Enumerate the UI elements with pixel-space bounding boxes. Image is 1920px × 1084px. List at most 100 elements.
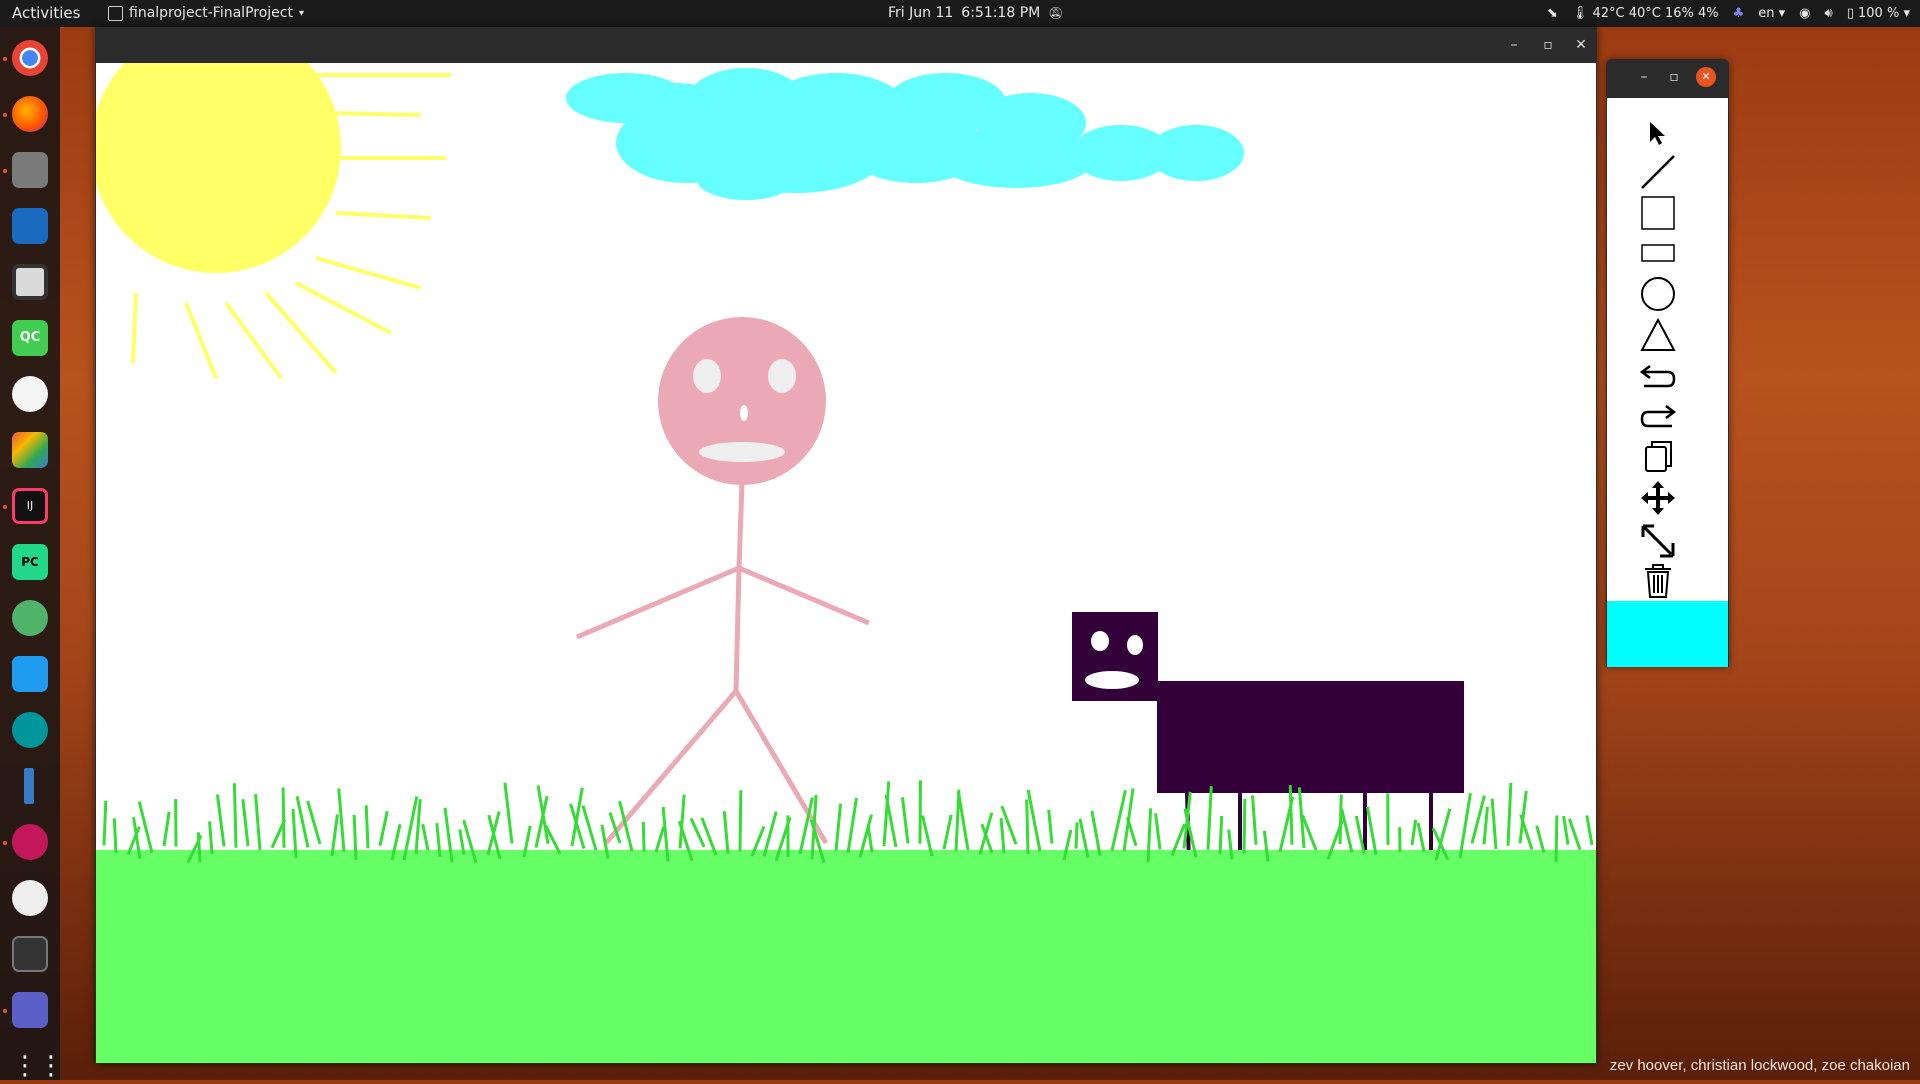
- grass-blade: [656, 827, 664, 852]
- tool-window-titlebar[interactable]: – ▫ ✕: [1606, 59, 1729, 95]
- current-color-swatch[interactable]: [1607, 601, 1728, 667]
- chevron-down-icon: ▾: [299, 0, 304, 27]
- rhythmbox-icon[interactable]: [12, 264, 48, 300]
- clock[interactable]: Fri Jun 11 6:51:18 PM 🔕︎: [888, 0, 1063, 27]
- close-icon[interactable]: ✕: [1571, 35, 1591, 55]
- maximize-icon[interactable]: ▫: [1538, 35, 1558, 55]
- android-studio-icon[interactable]: [12, 376, 48, 412]
- tool-palette-window: – ▫ ✕: [1606, 59, 1729, 667]
- grass-blade: [423, 824, 428, 850]
- grass-blade: [1587, 816, 1592, 846]
- undo-icon[interactable]: [1637, 357, 1679, 395]
- grass-blade: [366, 805, 368, 848]
- grass-blade: [1076, 822, 1077, 848]
- running-indicator: [3, 1009, 7, 1013]
- grass-blade: [1244, 799, 1245, 854]
- intellij-icon[interactable]: IJ: [12, 488, 48, 524]
- atom-icon[interactable]: [12, 600, 48, 636]
- arduino-icon[interactable]: [12, 712, 48, 748]
- pycharm-icon[interactable]: PC: [12, 544, 48, 580]
- rectangle-tool-icon[interactable]: [1637, 234, 1679, 272]
- audio-recorder-icon[interactable]: [12, 824, 48, 860]
- triangle-tool-icon[interactable]: [1637, 316, 1679, 354]
- grass-blade: [691, 818, 704, 846]
- wifi-icon: ◉: [1799, 0, 1810, 27]
- grass-blade: [505, 783, 512, 844]
- drawing-canvas[interactable]: [96, 63, 1596, 1063]
- activities-button[interactable]: Activities: [12, 0, 80, 27]
- battery-indicator[interactable]: ▯ 100 % ▾: [1847, 0, 1910, 27]
- app-menu[interactable]: finalproject-FinalProject ▾: [108, 0, 304, 27]
- grass-blade: [1472, 796, 1484, 844]
- grass-blade: [1112, 790, 1125, 850]
- copy-icon[interactable]: [1637, 437, 1679, 475]
- grass-blade: [1367, 807, 1376, 855]
- virtualbox-icon[interactable]: [12, 208, 48, 244]
- grass-blade: [1027, 799, 1028, 854]
- system-tray[interactable]: ⬊ 🌡︎ 42°C 40°C 16% 4% ♣ en ▾ ◉ 🔊︎ ▯ 100 …: [1547, 0, 1910, 27]
- grass-blade: [243, 799, 248, 846]
- circle-tool-icon[interactable]: [1637, 275, 1679, 313]
- grass-blade: [1356, 816, 1364, 853]
- top-bar: Activities finalproject-FinalProject ▾ F…: [0, 0, 1920, 27]
- app-icon: [108, 6, 123, 21]
- grass-blade: [114, 818, 116, 853]
- github-icon[interactable]: [12, 880, 48, 916]
- delete-icon[interactable]: [1637, 562, 1679, 600]
- grass-blade: [1564, 816, 1568, 845]
- grass-blade: [1556, 816, 1557, 862]
- teams-icon[interactable]: [12, 992, 48, 1028]
- close-icon[interactable]: ✕: [1696, 67, 1716, 87]
- window-titlebar[interactable]: – ▫ ✕: [95, 27, 1597, 63]
- chrome-icon[interactable]: [12, 40, 48, 76]
- grass-blade: [164, 812, 169, 846]
- sun-shape: [96, 63, 451, 378]
- grass-blade: [1156, 813, 1160, 849]
- line-tool-icon[interactable]: [1637, 153, 1679, 191]
- grass-blade: [210, 821, 212, 854]
- minimize-icon[interactable]: –: [1634, 67, 1654, 87]
- redo-icon[interactable]: [1637, 397, 1679, 435]
- vscode-icon[interactable]: [12, 656, 48, 692]
- grass-shape: [96, 780, 1596, 1063]
- app-store-icon[interactable]: [12, 432, 48, 468]
- grass-blade: [1484, 807, 1487, 844]
- show-apps-icon[interactable]: ⋮⋮: [12, 1048, 48, 1084]
- move-icon[interactable]: [1637, 479, 1679, 517]
- grass-blade: [1253, 795, 1256, 844]
- grass-blade: [836, 804, 841, 851]
- canvas-drawing: [96, 63, 1596, 1063]
- language-indicator[interactable]: en ▾: [1758, 0, 1785, 27]
- select-tool-icon[interactable]: [1637, 114, 1679, 152]
- grass-blade: [958, 792, 968, 850]
- grass-blade: [104, 801, 106, 846]
- grass-blade: [256, 794, 260, 850]
- grass-blade: [643, 822, 644, 851]
- grass-blade: [1342, 809, 1352, 853]
- files-icon[interactable]: [12, 152, 48, 188]
- grass-blade: [868, 825, 872, 852]
- qt-creator-icon[interactable]: QC: [12, 320, 48, 356]
- square-tool-icon[interactable]: [1637, 194, 1679, 232]
- battery-icon: ▯: [1847, 6, 1854, 21]
- resize-icon[interactable]: [1637, 522, 1679, 560]
- minimize-icon[interactable]: –: [1504, 35, 1524, 55]
- grass-blade: [1508, 783, 1511, 846]
- ruler-icon[interactable]: [24, 768, 34, 804]
- grass-blade: [1127, 817, 1136, 845]
- dock: QC IJ PC ⋮⋮: [0, 27, 60, 1080]
- grass-blade: [217, 795, 224, 847]
- volume-icon: 🔊︎: [1825, 0, 1833, 27]
- grass-blade: [1460, 793, 1470, 858]
- grass-blade: [886, 795, 896, 847]
- grass-blade: [234, 783, 236, 847]
- system-monitor-icon[interactable]: [12, 936, 48, 972]
- grass-blade: [339, 789, 344, 852]
- grass-blade: [1220, 816, 1222, 854]
- grass-blade: [283, 787, 284, 847]
- grass-blade: [297, 796, 308, 847]
- firefox-icon[interactable]: [12, 96, 48, 132]
- maximize-icon[interactable]: ▫: [1664, 67, 1684, 87]
- grass-blade: [416, 799, 420, 854]
- grass-blade: [332, 814, 337, 855]
